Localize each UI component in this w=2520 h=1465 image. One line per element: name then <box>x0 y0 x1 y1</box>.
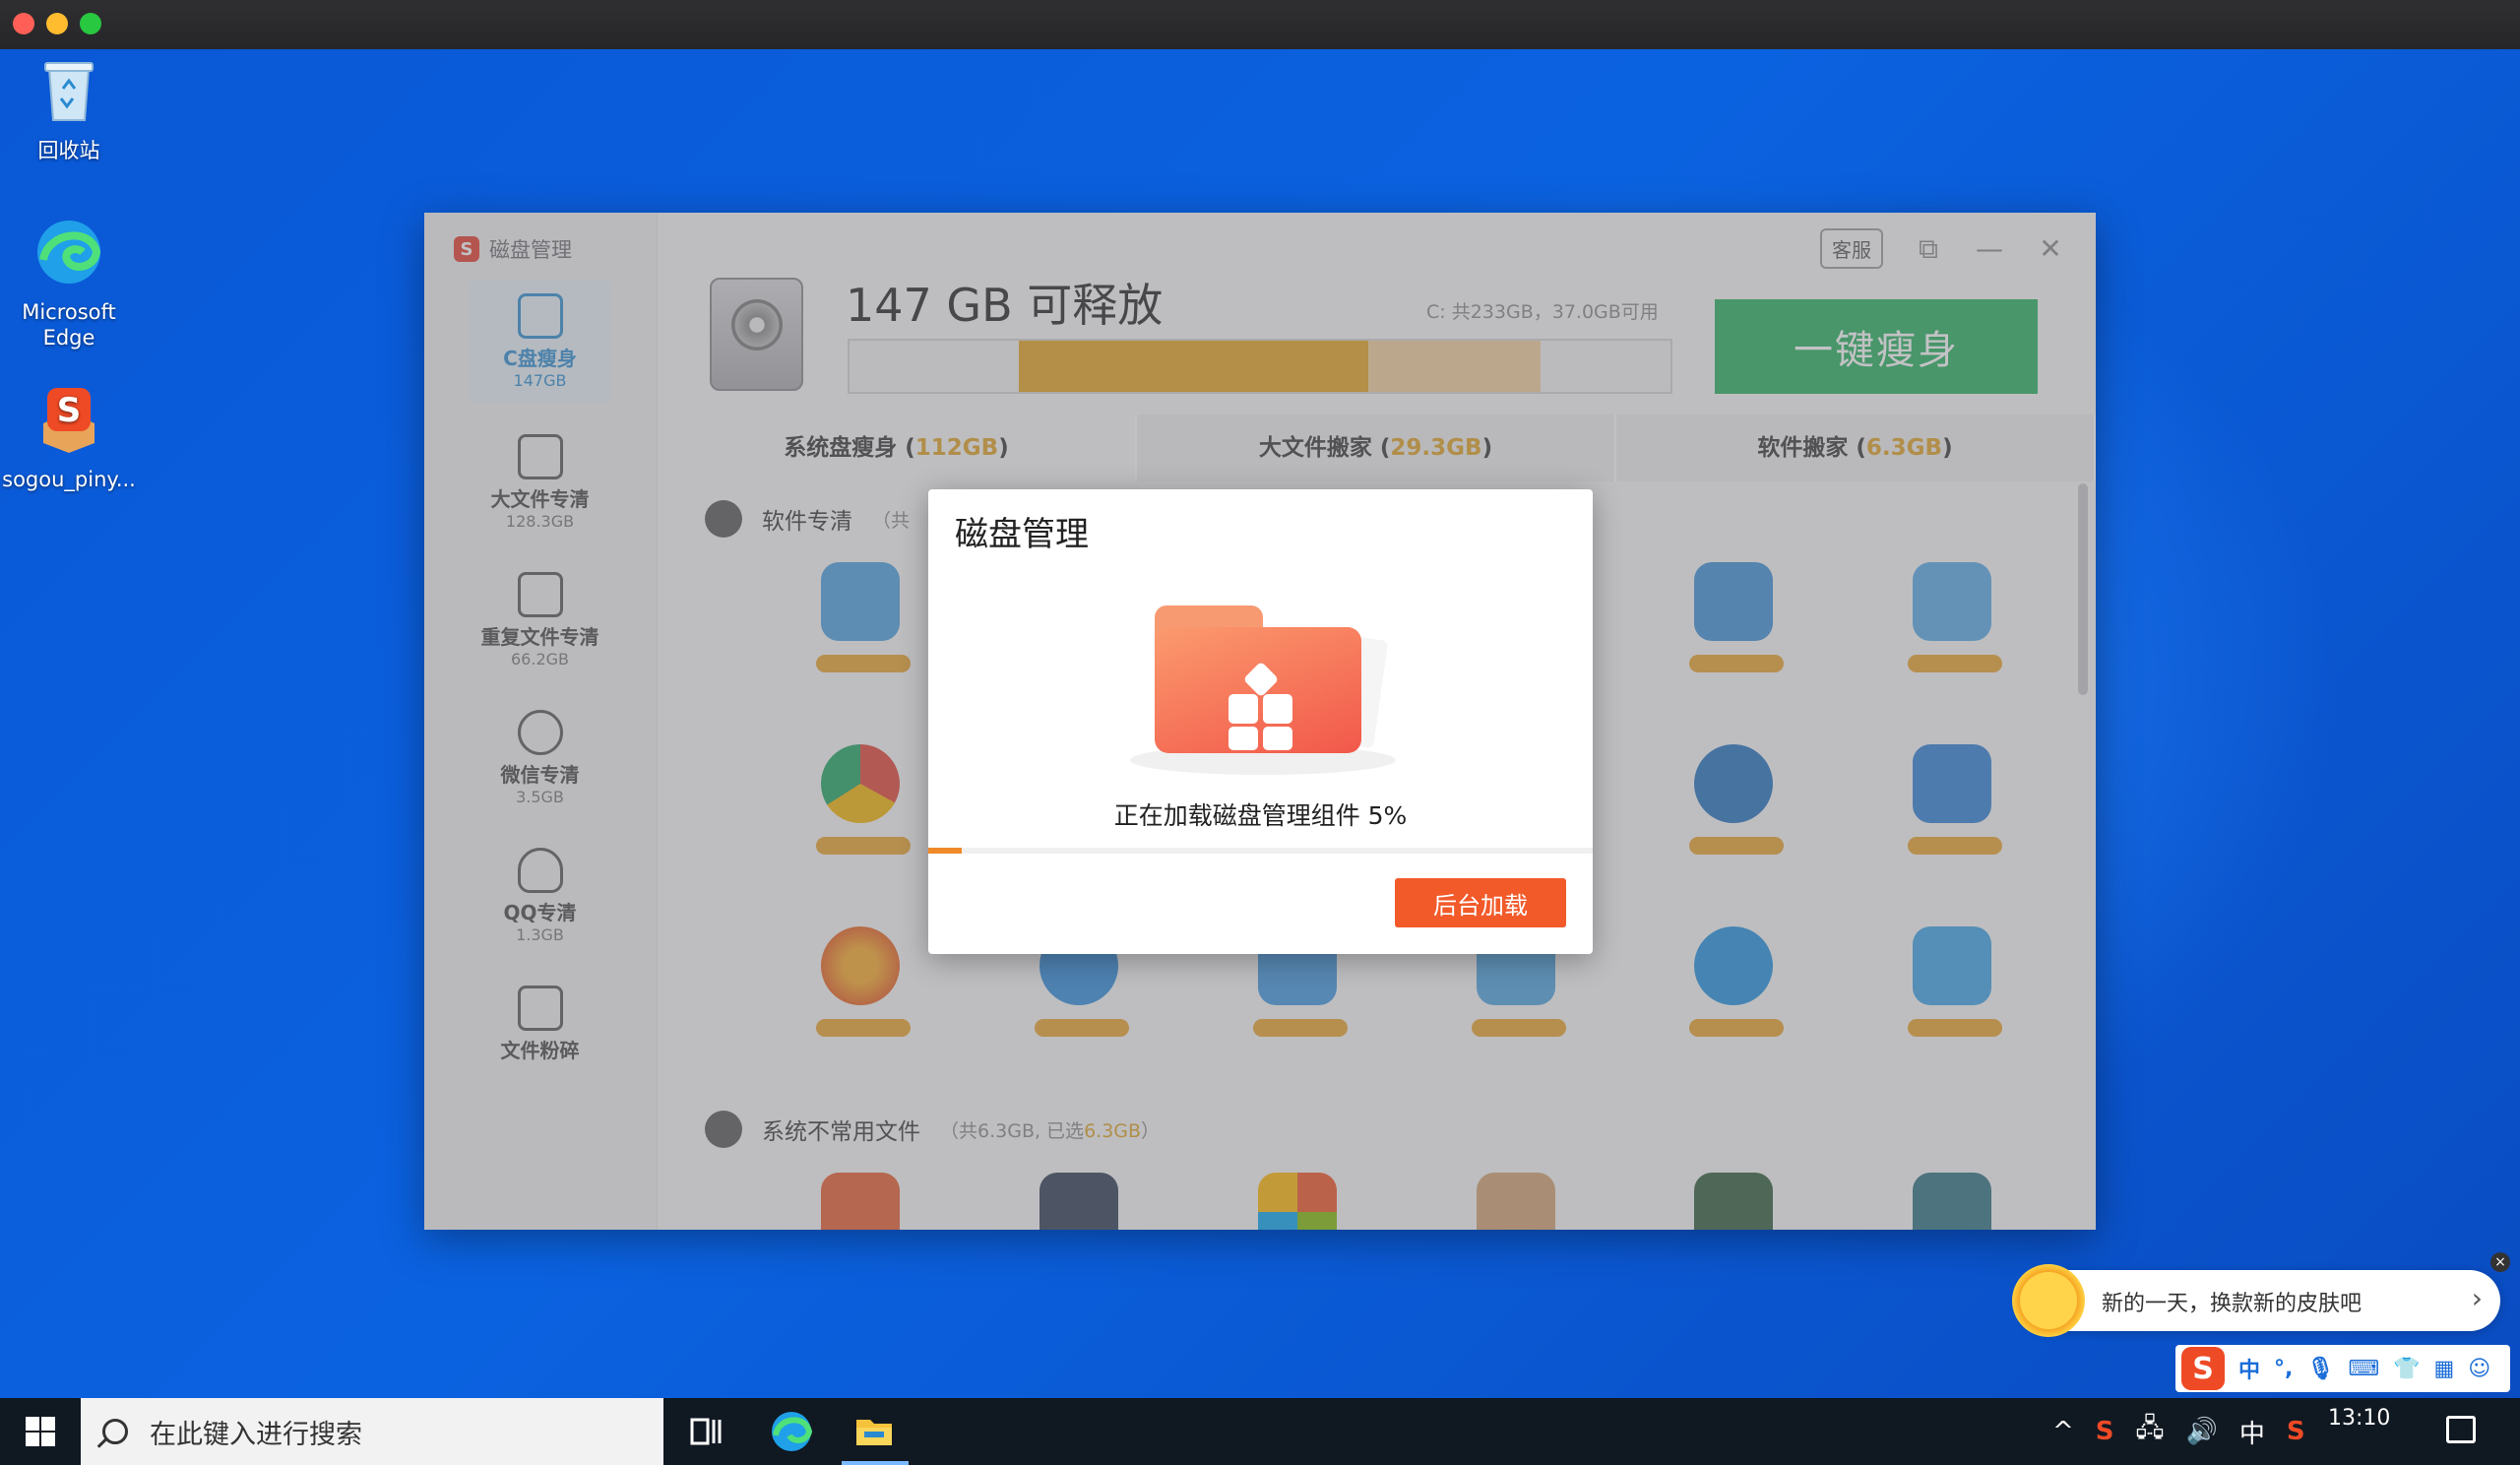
taskbar: 在此键入进行搜索 ^ S 🖧 🔊 中 S 13:10 <box>0 1398 2520 1465</box>
active-app-indicator <box>842 1461 909 1465</box>
desktop-icon-label: 回收站 <box>37 139 100 162</box>
chevron-up-icon[interactable]: ^ <box>2052 1417 2074 1446</box>
volume-icon[interactable]: 🔊 <box>2186 1417 2218 1446</box>
desktop-icon-edge[interactable]: Microsoft Edge <box>0 217 138 350</box>
desktop-icon-label: Microsoft Edge <box>22 300 116 350</box>
system-tray: ^ S 🖧 🔊 中 S <box>2052 1398 2305 1465</box>
desktop-icon-recycle-bin[interactable]: 回收站 <box>0 55 138 163</box>
search-icon <box>102 1419 128 1444</box>
taskbar-search-box[interactable]: 在此键入进行搜索 <box>81 1398 663 1465</box>
ime-mode-toggle[interactable]: 中 <box>2238 1353 2260 1384</box>
dialog-title: 磁盘管理 <box>955 515 1089 554</box>
smiling-sun-icon <box>2012 1264 2085 1337</box>
sogou-tray-icon-2[interactable]: S <box>2287 1417 2305 1446</box>
file-explorer-icon[interactable] <box>850 1408 898 1455</box>
sogou-skin-tip[interactable]: 新的一天，换款新的皮肤吧 › <box>2012 1264 2500 1337</box>
loading-status-text: 正在加载磁盘管理组件 5% <box>1113 801 1408 830</box>
folder-apps-icon <box>1155 605 1389 753</box>
loading-progress-bar <box>928 848 1593 854</box>
skin-tip-text: 新的一天，换款新的皮肤吧 <box>2102 1292 2362 1316</box>
desktop-icon-sogou[interactable]: S sogou_piny... <box>0 384 138 492</box>
background-load-button[interactable]: 后台加载 <box>1395 878 1566 927</box>
svg-text:S: S <box>57 391 82 430</box>
sogou-logo-icon[interactable]: S <box>2181 1347 2225 1390</box>
keyboard-icon[interactable]: ⌨ <box>2348 1357 2379 1381</box>
loading-progress-fill <box>928 848 962 854</box>
skin-shirt-icon[interactable]: 👕 <box>2393 1357 2420 1381</box>
sogou-installer-icon: S <box>43 388 94 453</box>
search-placeholder: 在此键入进行搜索 <box>150 1419 362 1450</box>
mascot-icon[interactable]: ☺ <box>2468 1357 2490 1381</box>
window-chrome-bar <box>0 0 2520 49</box>
sogou-ime-toolbar: S 中 °, 🎙 ⌨ 👕 ▦ ☺ <box>2175 1345 2510 1392</box>
task-view-icon[interactable] <box>682 1408 729 1455</box>
input-language-indicator[interactable]: 中 <box>2239 1414 2265 1450</box>
skin-tip-close-icon[interactable]: × <box>2490 1252 2510 1272</box>
windows-logo-icon <box>26 1417 55 1446</box>
close-window-icon[interactable] <box>13 13 34 34</box>
edge-taskbar-icon[interactable] <box>768 1408 815 1455</box>
start-button[interactable] <box>0 1398 81 1465</box>
loading-dialog: 磁盘管理 正在加载磁盘管理组件 5% 后台加载 <box>928 489 1593 954</box>
ime-punctuation-toggle[interactable]: °, <box>2274 1357 2293 1381</box>
recycle-bin-icon <box>44 62 94 121</box>
microphone-icon[interactable]: 🎙 <box>2306 1357 2334 1381</box>
desktop-icon-label: sogou_piny... <box>2 468 136 491</box>
sogou-tray-icon[interactable]: S <box>2096 1417 2114 1446</box>
chevron-right-icon[interactable]: › <box>2472 1282 2483 1314</box>
taskbar-clock[interactable]: 13:10 <box>2328 1406 2390 1431</box>
edge-icon <box>37 221 101 284</box>
zoom-window-icon[interactable] <box>80 13 101 34</box>
minimize-window-icon[interactable] <box>46 13 68 34</box>
toolbox-grid-icon[interactable]: ▦ <box>2433 1357 2454 1381</box>
network-icon[interactable]: 🖧 <box>2136 1410 2165 1453</box>
notification-center-icon[interactable] <box>2446 1416 2476 1443</box>
